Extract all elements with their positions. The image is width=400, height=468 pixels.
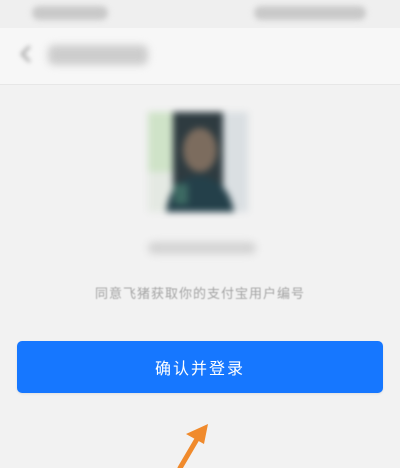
authorization-screen: 同意飞猪获取你的支付宝用户编号 确认并登录 [0,0,400,468]
status-bar [0,0,400,28]
back-arrow-icon[interactable] [14,42,38,66]
status-bar-time-blurred [32,6,108,20]
user-avatar [148,112,248,212]
user-nickname-blurred [148,242,256,254]
arrow-pointer-icon [177,424,208,468]
nav-bar [0,28,400,85]
confirm-login-button[interactable]: 确认并登录 [17,341,383,393]
status-bar-indicators-blurred [254,6,366,20]
nav-title-blurred [48,45,148,65]
consent-text: 同意飞猪获取你的支付宝用户编号 [94,287,305,302]
